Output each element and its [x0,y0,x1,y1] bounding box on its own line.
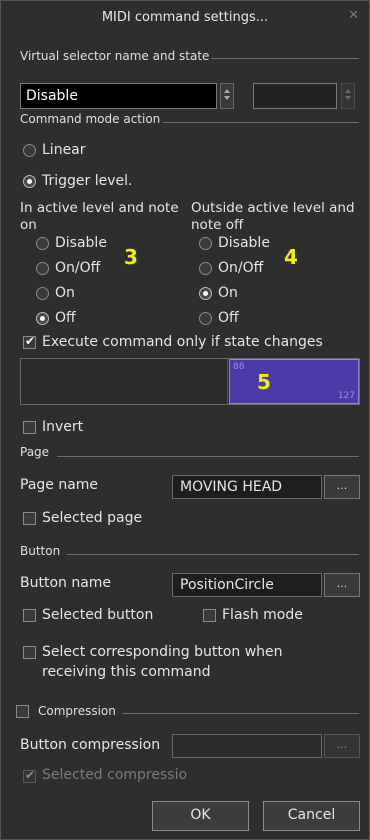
flash-mode-label: Flash mode [222,607,303,623]
outside-onoff-radio[interactable] [199,262,212,275]
compression-browse-button[interactable]: ... [324,734,360,758]
selected-page-label: Selected page [42,510,143,526]
execute-only-changes-checkbox[interactable] [23,334,36,349]
flash-mode-checkbox[interactable] [203,609,216,622]
selector-name-dropdown[interactable]: Disable [20,83,217,109]
close-icon[interactable]: ✕ [348,8,359,23]
level-min-label: 88 [233,362,245,372]
separator [211,58,359,59]
outside-option-label: On [218,285,238,301]
selector-state-spinner[interactable] [341,83,355,109]
execute-only-changes-label: Execute command only if state changes [42,334,323,350]
level-range-bar[interactable]: 88 127 5 [20,358,360,405]
chevron-up-icon [345,89,351,93]
page-browse-button[interactable]: ... [324,475,360,499]
selected-compression-label: Selected compressio [42,767,188,783]
outside-option-label: On/Off [218,260,264,276]
active-option-label: Off [55,310,76,326]
outside-off-radio[interactable] [199,312,212,325]
select-corresponding-label-line1: Select corresponding button when [42,644,283,660]
separator [67,554,359,555]
outside-option-label: Off [218,310,239,326]
active-option-label: Disable [55,235,107,251]
selected-button-checkbox[interactable] [23,609,36,622]
invert-checkbox[interactable] [23,421,36,434]
level-max-label: 127 [337,391,355,401]
chevron-down-icon [345,96,351,100]
button-name-label: Button name [20,575,112,591]
chevron-down-icon [224,96,230,100]
active-on-radio[interactable] [36,287,49,300]
separator [163,122,359,123]
linear-label: Linear [42,142,86,158]
selector-name-spinner[interactable] [220,83,234,109]
button-name-field[interactable]: PositionCircle [172,573,322,597]
button-compression-label: Button compression [20,737,161,753]
select-corresponding-label-line2: receiving this command [42,664,211,680]
chevron-up-icon [224,89,230,93]
page-name-field[interactable]: MOVING HEAD [172,475,322,499]
select-corresponding-checkbox[interactable] [23,646,36,659]
active-onoff-radio[interactable] [36,262,49,275]
active-option-label: On/Off [55,260,101,276]
active-option-label: On [55,285,75,301]
active-disable-radio[interactable] [36,237,49,250]
trigger-level-radio[interactable] [23,175,36,188]
button-compression-field[interactable] [172,734,322,758]
dialog-title: MIDI command settings... [101,10,269,25]
level-inactive-region [21,359,228,404]
midi-settings-dialog: MIDI command settings... ✕ Virtual selec… [0,0,370,840]
outside-disable-radio[interactable] [199,237,212,250]
button-section-label: Button [20,544,61,558]
selector-state-dropdown[interactable] [253,83,337,109]
active-off-radio[interactable] [36,312,49,325]
level-active-region[interactable]: 88 127 5 [229,359,359,404]
annotation-marker-5: 5 [257,370,271,394]
command-mode-section-label: Command mode action [20,112,161,126]
ok-button[interactable]: OK [152,801,249,831]
cancel-button[interactable]: Cancel [263,801,360,831]
trigger-level-label: Trigger level. [42,173,133,189]
separator [57,456,359,457]
active-group-heading: In active level and note on [20,200,179,233]
virtual-selector-section-label: Virtual selector name and state [20,49,210,63]
outside-on-radio[interactable] [199,287,212,300]
annotation-marker-4: 4 [284,245,298,269]
outside-option-label: Disable [218,235,270,251]
separator [122,713,359,714]
outside-group-heading: Outside active level and note off [191,200,355,233]
invert-label: Invert [42,419,84,435]
compression-checkbox[interactable] [16,705,29,718]
selected-page-checkbox[interactable] [23,512,36,525]
page-name-label: Page name [20,477,99,493]
page-section-label: Page [20,445,50,459]
compression-label: Compression [38,704,116,718]
button-browse-button[interactable]: ... [324,573,360,597]
selected-compression-checkbox[interactable] [23,768,36,783]
annotation-marker-3: 3 [124,245,138,269]
linear-radio[interactable] [23,144,36,157]
selected-button-label: Selected button [42,607,154,623]
